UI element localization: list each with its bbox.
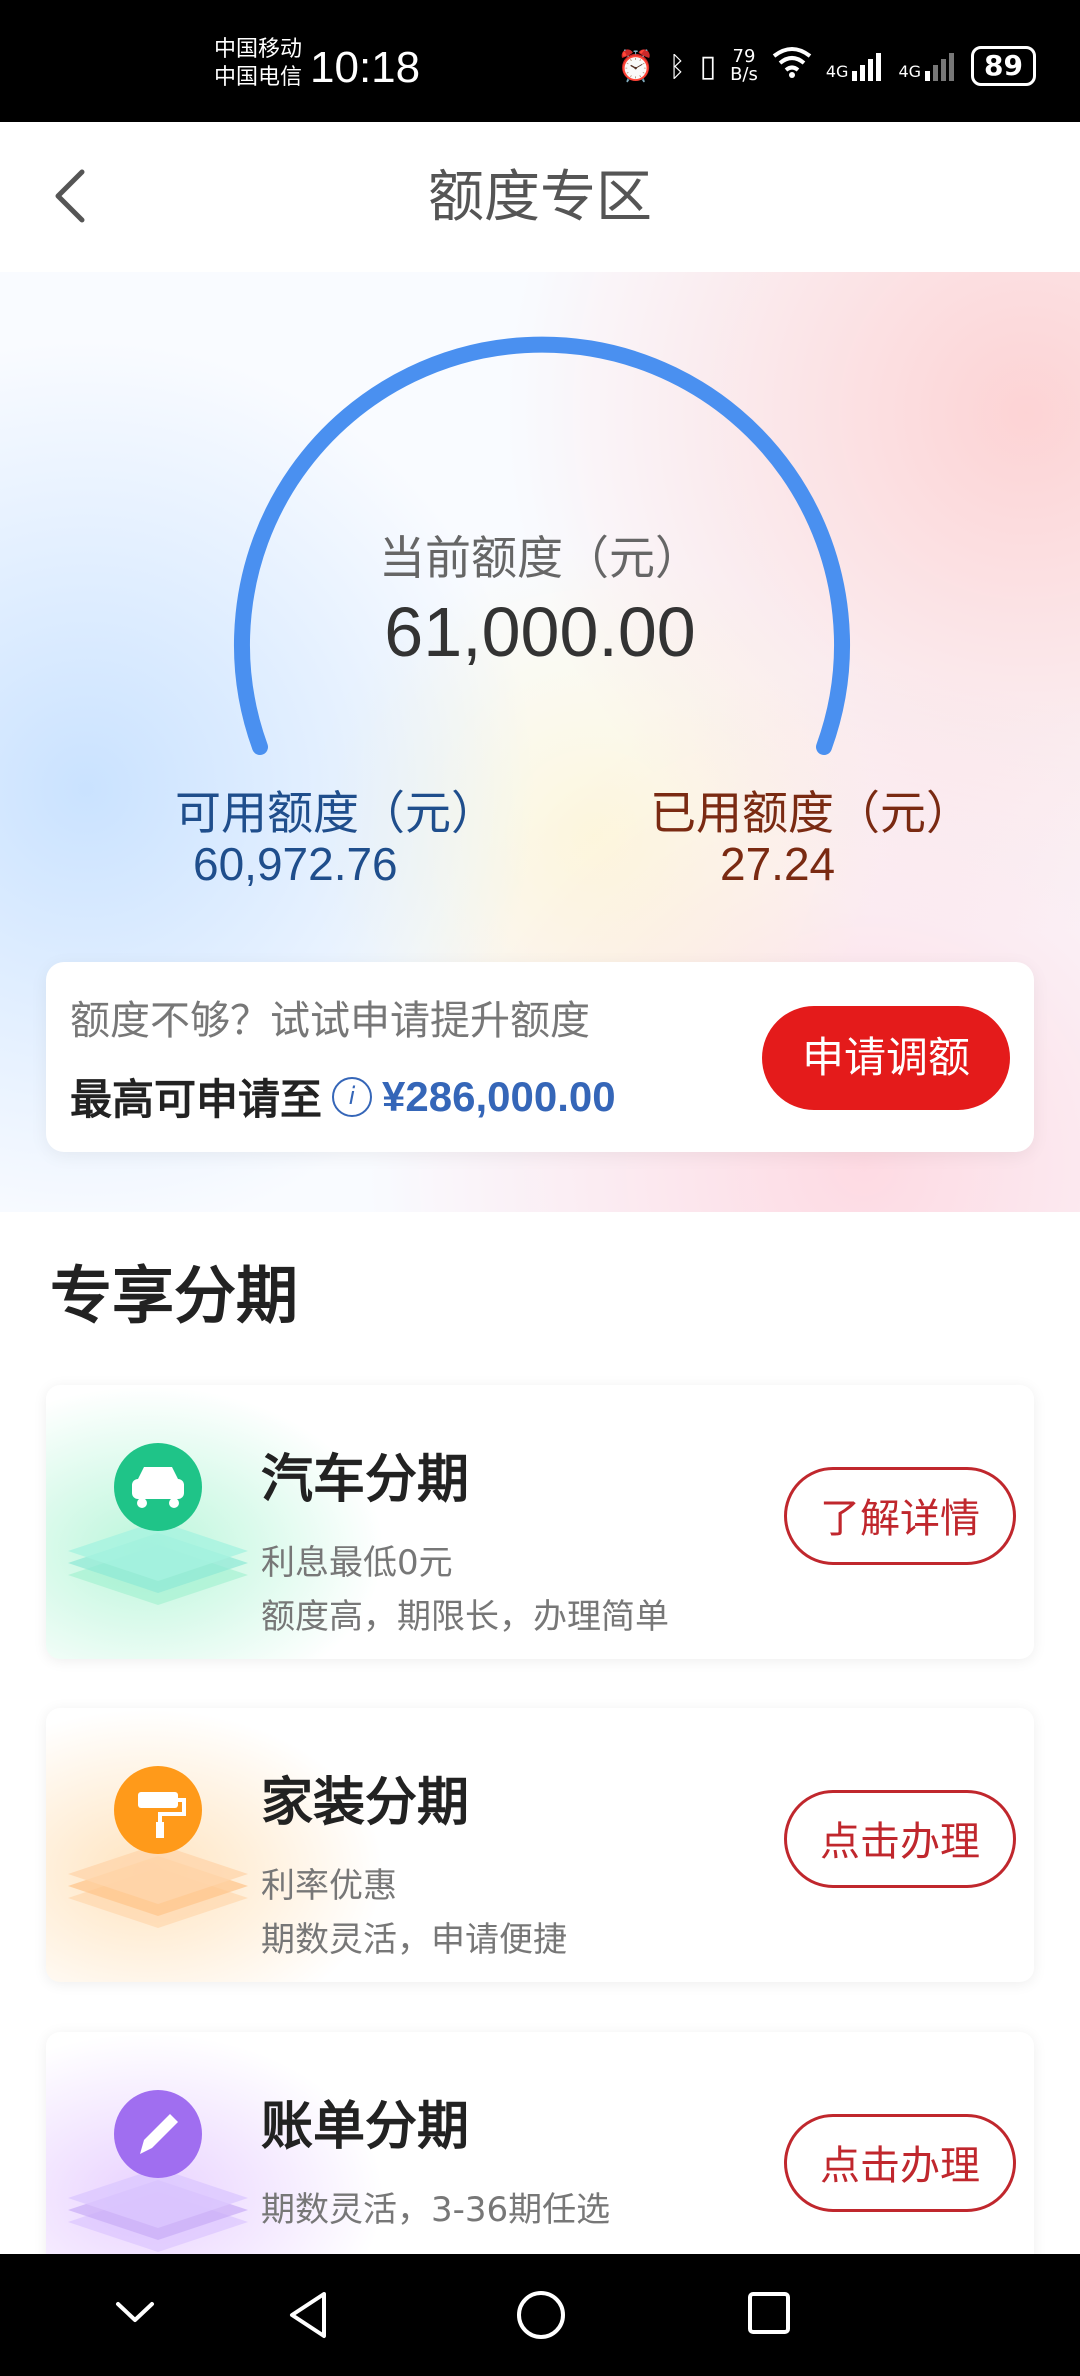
current-quota-value: 61,000.00 — [384, 593, 696, 671]
back-triangle-icon[interactable] — [284, 2288, 334, 2342]
learn-more-button[interactable]: 了解详情 — [784, 1467, 1016, 1565]
carrier-2: 中国电信 — [214, 65, 303, 90]
card-title: 汽车分期 — [261, 1450, 470, 1510]
raise-hint: 额度不够？试试申请提升额度 — [70, 998, 590, 1044]
available-quota-label: 可用额度（元） — [175, 786, 497, 840]
card-title: 家装分期 — [261, 1773, 470, 1833]
battery-indicator: 89 — [971, 46, 1036, 86]
section-title: 专享分期 — [50, 1259, 299, 1332]
vibrate-icon: ▯ — [699, 48, 717, 84]
wifi-icon — [772, 46, 812, 86]
network-speed: 79 B/s — [730, 46, 758, 85]
apply-button[interactable]: 点击办理 — [784, 2114, 1016, 2212]
recent-apps-icon[interactable] — [744, 2288, 794, 2338]
installment-card-car[interactable]: 汽车分期 利息最低0元 额度高，期限长，办理简单 了解详情 — [46, 1385, 1034, 1659]
card-line-2: 额度高，期限长，办理简单 — [261, 1597, 669, 1637]
card-line-1: 利息最低0元 — [261, 1543, 453, 1583]
chevron-down-icon[interactable] — [110, 2288, 160, 2338]
signal-icon-2: 4G — [898, 51, 957, 81]
quota-panel: 当前额度（元） 61,000.00 可用额度（元） 60,972.76 已用额度… — [0, 272, 1080, 1212]
installment-card-home[interactable]: 家装分期 利率优惠 期数灵活，申请便捷 点击办理 — [46, 1708, 1034, 1982]
info-icon[interactable]: i — [332, 1076, 373, 1117]
alarm-icon: ⏰ — [617, 48, 655, 84]
card-line-1: 期数灵活，3-36期任选 — [261, 2190, 611, 2230]
status-icons: ⏰ ᛒ ▯ 79 B/s 4G 4G 89 — [617, 46, 1036, 86]
system-nav-bar — [0, 2254, 1080, 2376]
page-title: 额度专区 — [428, 165, 652, 230]
raise-quota-card: 额度不够？试试申请提升额度 最高可申请至 i ¥286,000.00 申请调额 — [46, 962, 1034, 1152]
raise-max-row: 最高可申请至 i ¥286,000.00 — [70, 1066, 616, 1127]
raise-max-label: 最高可申请至 — [70, 1075, 323, 1124]
carrier-1: 中国移动 — [214, 37, 303, 62]
raise-max-amount: ¥286,000.00 — [382, 1072, 616, 1120]
used-quota-label: 已用额度（元） — [650, 786, 972, 840]
clock: 10:18 — [310, 43, 421, 92]
apply-raise-button[interactable]: 申请调额 — [762, 1006, 1010, 1110]
available-quota-value: 60,972.76 — [193, 838, 398, 890]
pen-icon — [58, 2072, 258, 2272]
card-title: 账单分期 — [261, 2097, 470, 2157]
status-bar: 中国移动 中国电信 10:18 ⏰ ᛒ ▯ 79 B/s 4G 4G 89 — [0, 0, 1080, 122]
car-icon — [58, 1425, 258, 1625]
used-quota-value: 27.24 — [720, 838, 836, 890]
carrier-info: 中国移动 中国电信 — [214, 36, 302, 92]
app-header: 额度专区 — [0, 122, 1080, 273]
apply-button[interactable]: 点击办理 — [784, 1790, 1016, 1888]
paint-roller-icon — [58, 1748, 258, 1948]
home-circle-icon[interactable] — [514, 2288, 568, 2342]
card-line-1: 利率优惠 — [261, 1866, 397, 1906]
card-line-2: 期数灵活，申请便捷 — [261, 1920, 567, 1960]
bluetooth-icon: ᛒ — [668, 49, 686, 83]
signal-icon-1: 4G — [826, 51, 885, 81]
current-quota-label: 当前额度（元） — [379, 531, 701, 585]
